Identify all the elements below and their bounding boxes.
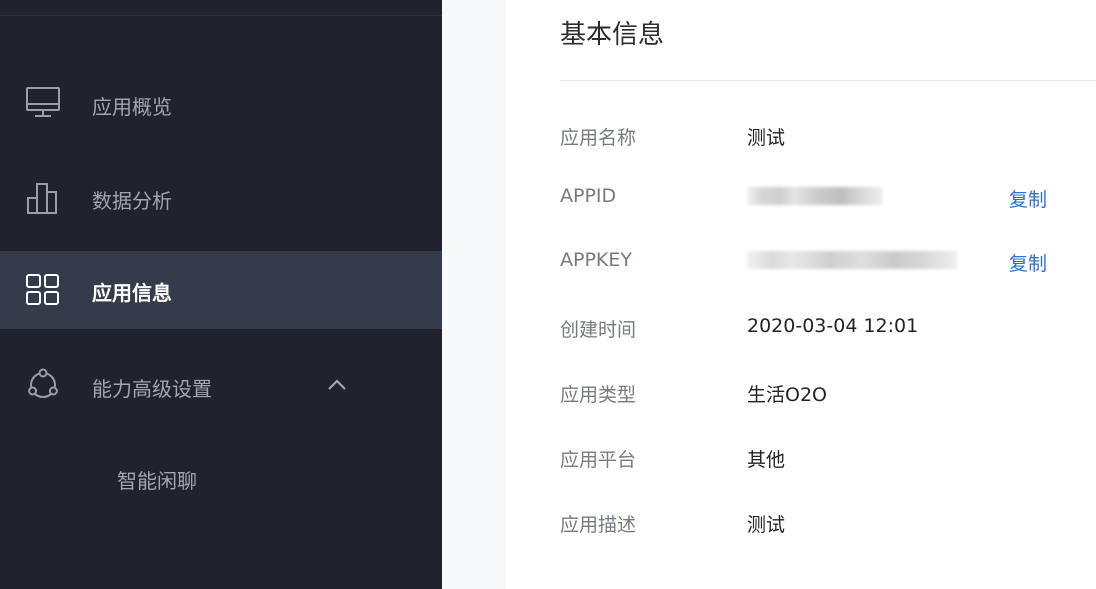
sidebar-item-app-info[interactable]: 应用信息 [0, 251, 442, 329]
field-label: APPID [560, 185, 617, 207]
field-label: 应用描述 [560, 514, 637, 536]
title-divider [560, 80, 1096, 81]
info-row-created-time: 创建时间 2020-03-04 12:01 [506, 307, 1096, 347]
sidebar-item-data-analysis[interactable]: 数据分析 [0, 158, 442, 236]
field-value: 2020-03-04 12:01 [747, 315, 919, 337]
sidebar-item-overview[interactable]: 应用概览 [0, 64, 442, 142]
network-icon [24, 366, 62, 404]
main-panel: 基本信息 应用名称 测试 APPID 复制 APPKEY 复制 创建时间 202… [506, 0, 1096, 589]
sidebar-subitem-smart-chat[interactable]: 智能闲聊 [0, 443, 442, 513]
field-value: 测试 [747, 127, 786, 149]
info-row-appkey: APPKEY 复制 [506, 241, 1096, 281]
sidebar-item-label: 应用概览 [92, 95, 172, 119]
sidebar-subitem-label: 智能闲聊 [117, 469, 197, 493]
field-value: 其他 [747, 449, 786, 471]
sidebar-divider [0, 15, 442, 16]
field-value: 生活O2O [747, 384, 827, 406]
field-label: APPKEY [560, 249, 632, 271]
copy-appkey-button[interactable]: 复制 [1009, 249, 1047, 276]
info-row-app-platform: 应用平台 其他 [506, 437, 1096, 477]
bar-chart-icon [24, 178, 62, 216]
sidebar: 应用概览 数据分析 应用信息 能力高级设置 智能闲聊 [0, 0, 442, 589]
sidebar-item-advanced-settings[interactable]: 能力高级设置 [0, 346, 442, 424]
monitor-icon [24, 84, 62, 122]
field-value: 测试 [747, 514, 786, 536]
redacted-appid-value [747, 187, 883, 205]
info-row-app-description: 应用描述 测试 [506, 502, 1096, 542]
sidebar-item-label: 应用信息 [92, 281, 172, 305]
info-row-appid: APPID 复制 [506, 177, 1096, 217]
chevron-up-icon[interactable] [322, 370, 352, 400]
info-row-app-type: 应用类型 生活O2O [506, 372, 1096, 412]
field-label: 应用名称 [560, 127, 637, 149]
sidebar-item-label: 数据分析 [92, 189, 172, 213]
info-row-app-name: 应用名称 测试 [506, 115, 1096, 155]
sidebar-item-label: 能力高级设置 [92, 377, 212, 401]
grid-icon [24, 271, 62, 309]
page-title: 基本信息 [560, 20, 665, 50]
copy-appid-button[interactable]: 复制 [1009, 185, 1047, 212]
field-label: 应用平台 [560, 449, 637, 471]
content-gutter [442, 0, 506, 589]
field-label: 创建时间 [560, 319, 637, 341]
redacted-appkey-value [747, 251, 957, 269]
field-label: 应用类型 [560, 384, 637, 406]
